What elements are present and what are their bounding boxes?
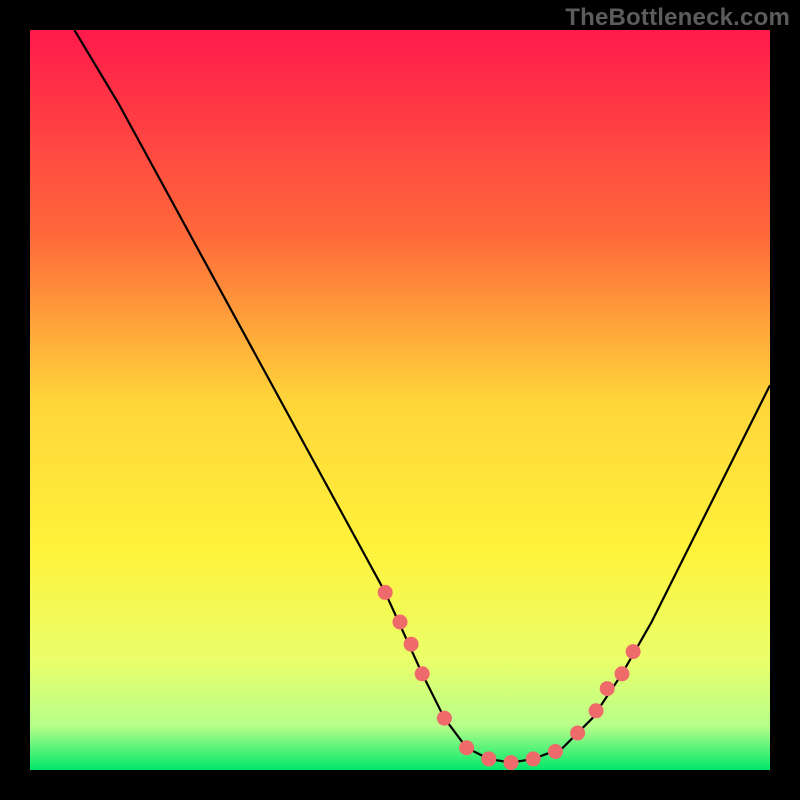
data-point: [437, 711, 452, 726]
data-point: [615, 666, 630, 681]
gradient-background: [30, 30, 770, 770]
plot-area: [30, 30, 770, 770]
data-point: [504, 755, 519, 770]
chart-frame: TheBottleneck.com: [0, 0, 800, 800]
data-point: [600, 681, 615, 696]
data-point: [526, 751, 541, 766]
data-point: [378, 585, 393, 600]
data-point: [570, 726, 585, 741]
watermark-label: TheBottleneck.com: [565, 4, 790, 32]
data-point: [589, 703, 604, 718]
data-point: [393, 615, 408, 630]
data-point: [415, 666, 430, 681]
data-point: [548, 744, 563, 759]
data-point: [459, 740, 474, 755]
data-point: [481, 751, 496, 766]
data-point: [404, 637, 419, 652]
data-point: [626, 644, 641, 659]
chart-svg: [30, 30, 770, 770]
